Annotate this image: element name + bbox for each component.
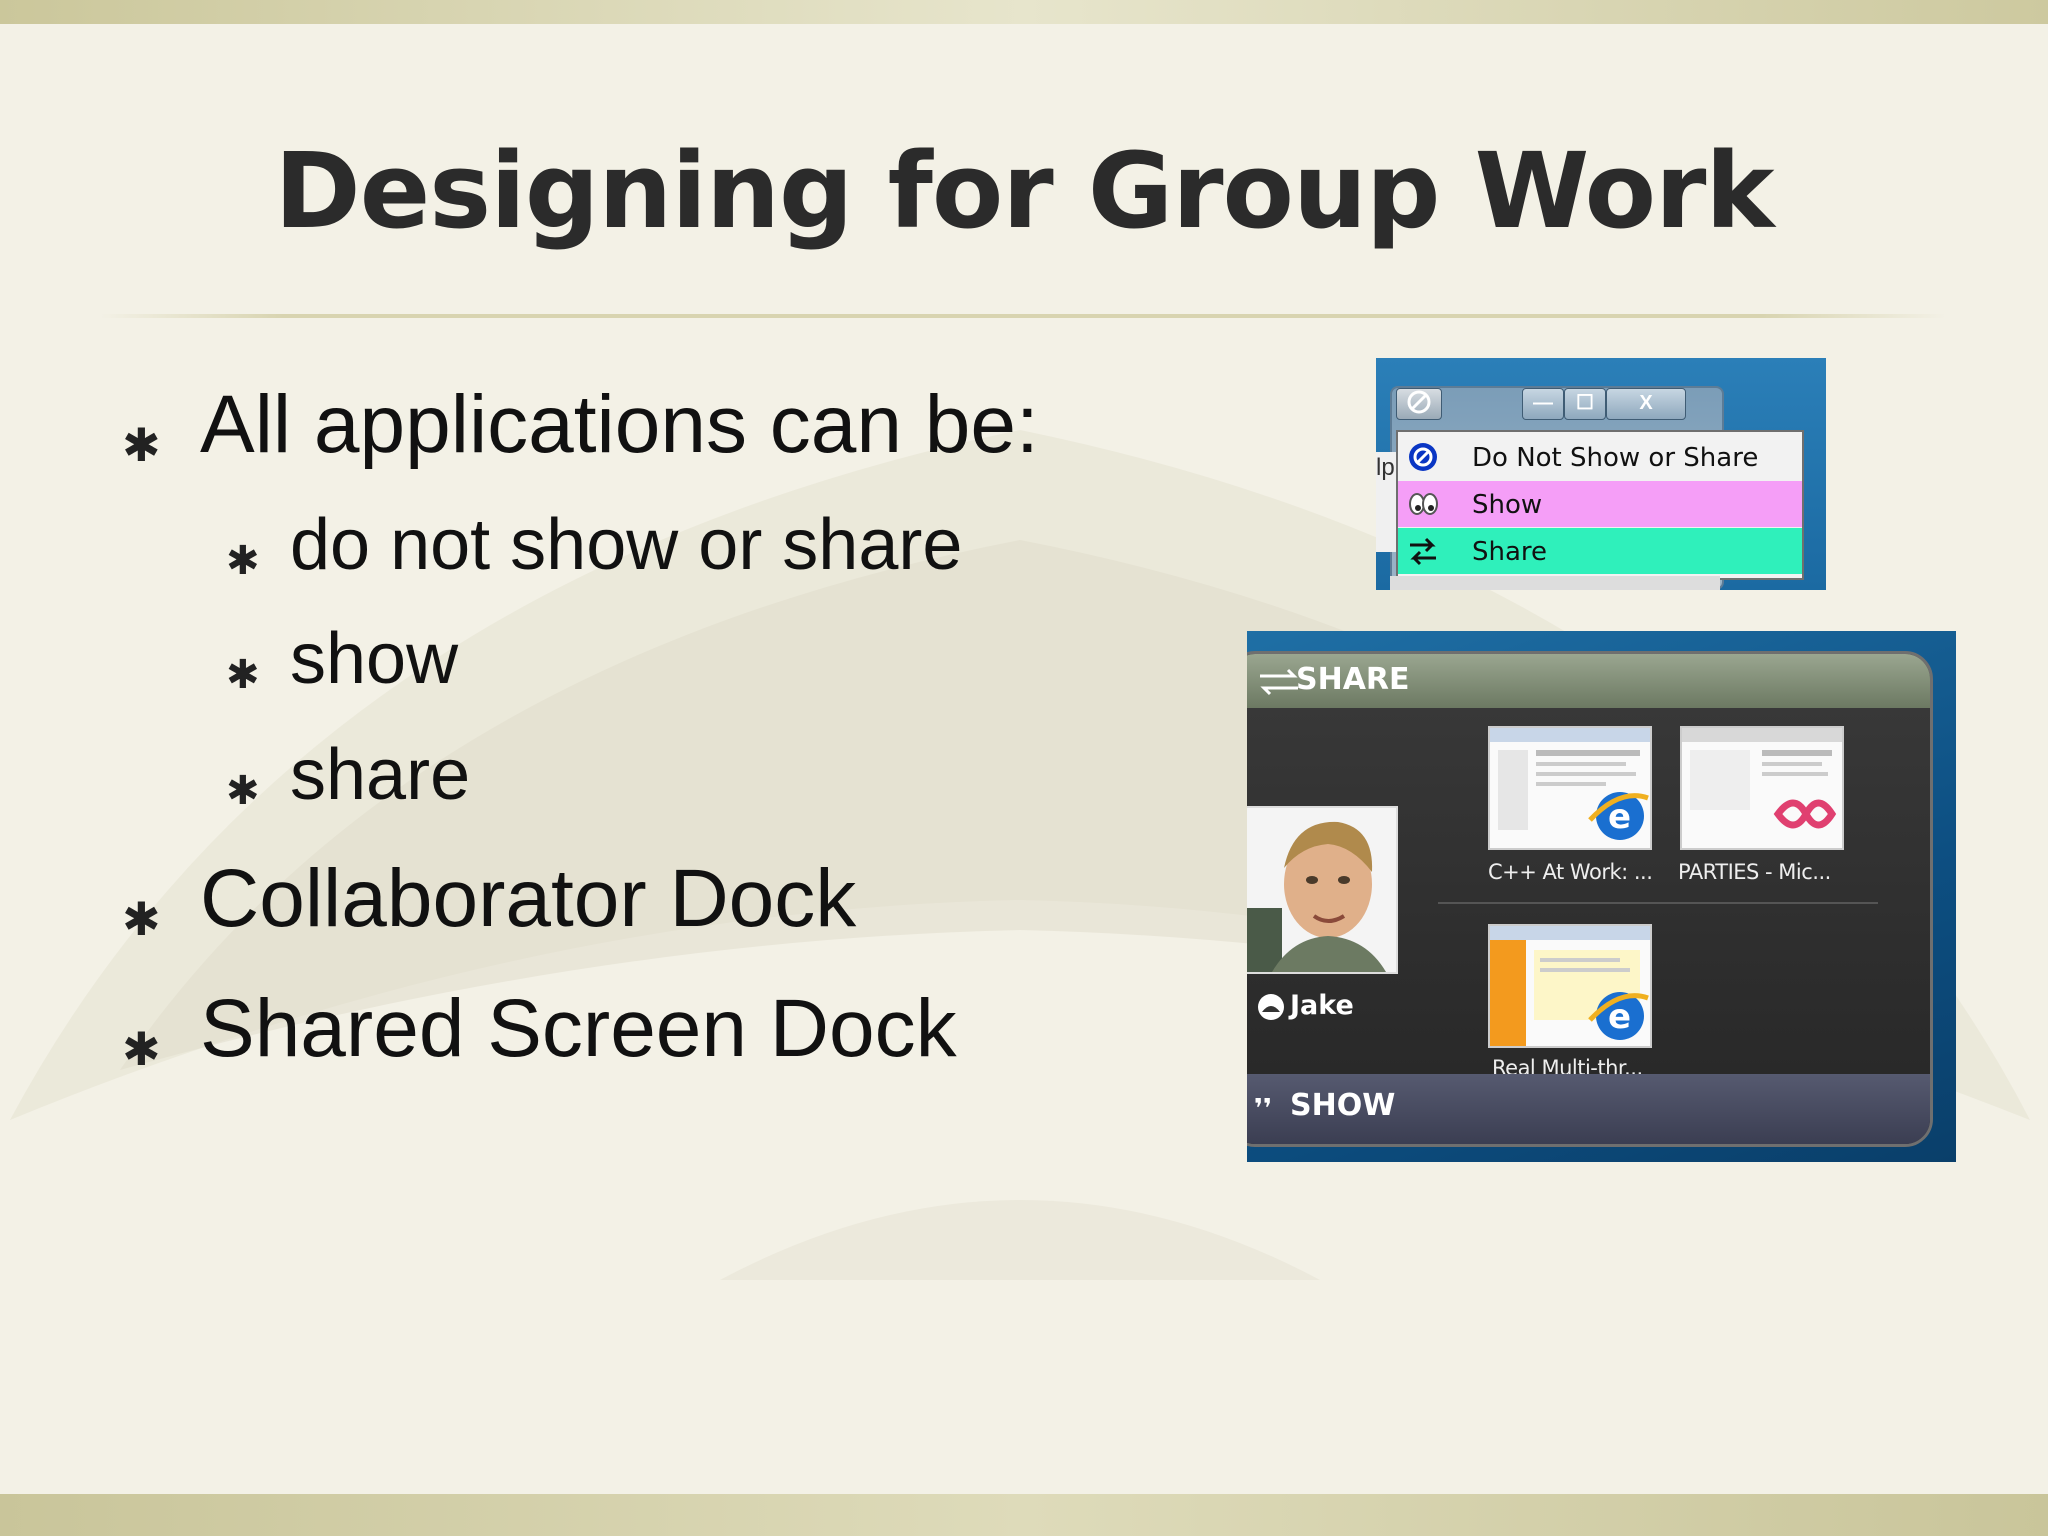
bullet-marker: ✱ [122,418,161,472]
bullet-marker: ✱ [122,1022,161,1076]
bottom-accent-bar [0,1494,2048,1536]
sub-bullet-marker: ✱ [226,652,260,698]
menu-item-do-not-show-or-share[interactable]: Do Not Show or Share [1398,434,1802,480]
prohibited-icon [1407,390,1431,414]
menu-item-label: Share [1472,537,1548,567]
menu-item-show[interactable]: Show [1398,481,1802,527]
menu-item-share[interactable]: Share [1398,528,1802,574]
dock-screenshot: SHARE Jake e e C++ At Work: ... PARTIES … [1247,631,1956,1162]
thumbnail-preview: e [1490,728,1650,840]
thumbnail-preview: e [1490,926,1650,1046]
collaborator-avatar[interactable] [1247,806,1398,974]
bullet-item: Collaborator Dock [200,853,857,944]
avatar-photo [1247,808,1396,972]
shared-screen-dock: SHARE Jake e e C++ At Work: ... PARTIES … [1247,651,1933,1147]
bullet-marker: ✱ [122,892,161,946]
sub-bullet-marker: ✱ [226,538,260,584]
bullet-item: Shared Screen Dock [200,983,957,1074]
partial-window-text: lp [1376,454,1395,481]
menu-item-label: Show [1472,490,1543,520]
shared-window-thumbnail[interactable] [1680,726,1844,850]
swap-arrows-icon [1410,537,1436,566]
sub-bullet-marker: ✱ [226,768,260,814]
slide-title: Designing for Group Work [274,130,1774,252]
collaborator-status-icon [1258,994,1284,1020]
sharing-menu: Do Not Show or Share Show Share [1396,430,1804,580]
slide: Designing for Group Work ✱ All applicati… [0,0,2048,1536]
thumbnail-caption: C++ At Work: ... [1488,860,1653,884]
sub-bullet-item: show [290,619,459,699]
sub-bullet-item: do not show or share [290,505,963,585]
context-menu-screenshot: lp — ☐ X Do Not Show or Share Show Share [1376,358,1826,590]
sub-bullet-item: share [290,735,471,815]
minimize-button[interactable]: — [1522,388,1564,420]
do-not-share-button[interactable] [1396,388,1442,420]
close-button[interactable]: X [1606,388,1686,420]
thumbnail-caption: PARTIES - Mic... [1678,860,1831,884]
show-section-label: SHOW [1290,1088,1396,1123]
title-divider [100,314,1946,318]
share-section-label: SHARE [1296,662,1410,697]
collaborator-name: Jake [1290,990,1354,1021]
window-bottom-edge [1390,576,1720,590]
eyes-icon [1409,493,1438,515]
top-accent-bar [0,0,2048,24]
show-eyes-icon: ❜❜ [1254,1094,1273,1124]
prohibited-icon [1409,443,1437,471]
shared-window-thumbnail[interactable]: e [1488,924,1652,1048]
dock-divider [1438,902,1878,904]
menu-item-label: Do Not Show or Share [1472,443,1759,473]
shared-window-thumbnail[interactable]: e [1488,726,1652,850]
thumbnail-preview [1682,728,1842,829]
vs-icon [1773,799,1837,829]
bullet-item: All applications can be: [200,379,1039,470]
maximize-button[interactable]: ☐ [1564,388,1606,420]
